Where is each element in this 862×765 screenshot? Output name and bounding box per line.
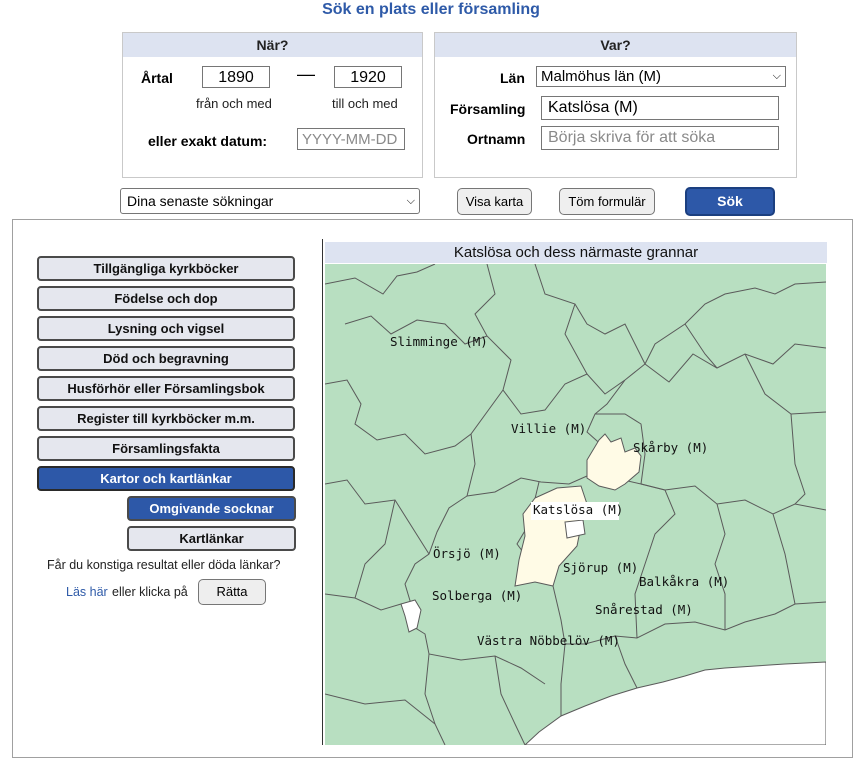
correct-button[interactable]: Rätta bbox=[198, 579, 266, 605]
recent-searches-value: Dina senaste sökningar bbox=[127, 193, 274, 209]
place-input[interactable]: Börja skriva för att söka bbox=[541, 126, 779, 150]
sidebar-item-birth-baptism[interactable]: Födelse och dop bbox=[37, 286, 295, 311]
read-here-link[interactable]: Läs här bbox=[66, 585, 108, 599]
place-label: Ortnamn bbox=[467, 131, 526, 147]
when-heading: När? bbox=[123, 33, 422, 57]
sidebar-item-banns-marriage[interactable]: Lysning och vigsel bbox=[37, 316, 295, 341]
to-caption: till och med bbox=[332, 96, 398, 111]
exact-date-input[interactable]: YYYY-MM-DD bbox=[297, 128, 405, 150]
map-label-slimminge: Slimminge (M) bbox=[390, 334, 488, 349]
to-year-input[interactable]: 1920 bbox=[334, 66, 402, 88]
map-label-katslosa: Katslösa (M) bbox=[533, 502, 623, 517]
sidebar-item-parish-facts[interactable]: Församlingsfakta bbox=[37, 436, 295, 461]
chevron-down-icon: ⌵ bbox=[406, 195, 415, 207]
map-label-skarby: Skårby (M) bbox=[633, 440, 708, 455]
from-caption: från och med bbox=[196, 96, 272, 111]
sidebar-item-maps[interactable]: Kartor och kartlänkar bbox=[37, 466, 295, 491]
map-title: Katslösa och dess närmaste grannar bbox=[325, 242, 827, 263]
year-dash: — bbox=[297, 64, 315, 84]
map-label-sjorup: Sjörup (M) bbox=[563, 560, 638, 575]
from-year-input[interactable]: 1890 bbox=[202, 66, 270, 88]
search-button[interactable]: Sök bbox=[685, 187, 775, 216]
where-heading: Var? bbox=[435, 33, 796, 57]
year-label: Årtal bbox=[141, 70, 173, 86]
recent-searches-select[interactable]: Dina senaste sökningar ⌵ bbox=[120, 188, 420, 214]
parish-input[interactable]: Katslösa (M) bbox=[541, 96, 779, 120]
county-select[interactable]: Malmöhus län (M) ⌵ bbox=[536, 66, 786, 87]
parish-map[interactable]: Slimminge (M) Villie (M) Skårby (M) Kats… bbox=[325, 264, 826, 745]
county-select-value: Malmöhus län (M) bbox=[541, 68, 662, 85]
chevron-down-icon: ⌵ bbox=[772, 70, 781, 82]
page-title: Sök en plats eller församling bbox=[322, 1, 540, 18]
sidebar-item-death-burial[interactable]: Död och begravning bbox=[37, 346, 295, 371]
map-label-balkakra: Balkåkra (M) bbox=[639, 574, 729, 589]
map-label-vastra-nobbelov: Västra Nöbbelöv (M) bbox=[477, 633, 620, 648]
map-label-villie: Villie (M) bbox=[511, 421, 586, 436]
sidebar-item-household-exam[interactable]: Husförhör eller Församlingsbok bbox=[37, 376, 295, 401]
map-label-snarestad: Snårestad (M) bbox=[595, 602, 693, 617]
show-map-button[interactable]: Visa karta bbox=[457, 188, 532, 215]
exact-date-label: eller exakt datum: bbox=[148, 133, 268, 149]
clear-form-button[interactable]: Töm formulär bbox=[559, 188, 655, 215]
sidebar-item-registers[interactable]: Register till kyrkböcker m.m. bbox=[37, 406, 295, 431]
broken-links-question: Får du konstiga resultat eller döda länk… bbox=[47, 558, 281, 572]
map-label-solberga: Solberga (M) bbox=[432, 588, 522, 603]
sub-item-surrounding-parishes[interactable]: Omgivande socknar bbox=[127, 496, 296, 521]
or-click-text: eller klicka på bbox=[112, 585, 188, 599]
parish-label: Församling bbox=[450, 101, 526, 117]
sub-item-map-links[interactable]: Kartlänkar bbox=[127, 526, 296, 551]
sidebar-item-available-books[interactable]: Tillgängliga kyrkböcker bbox=[37, 256, 295, 281]
map-label-orsjo: Örsjö (M) bbox=[433, 545, 501, 561]
county-label: Län bbox=[500, 70, 525, 86]
